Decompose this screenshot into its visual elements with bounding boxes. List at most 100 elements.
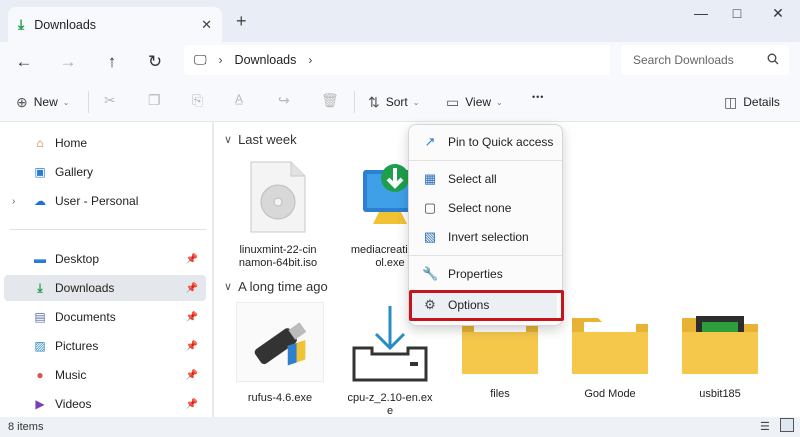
- usb-drive-icon: [236, 302, 324, 382]
- sidebar-item-music[interactable]: ● Music 📌: [4, 362, 206, 388]
- invert-selection-icon: ▧: [423, 229, 437, 244]
- forward-button[interactable]: →: [56, 50, 80, 74]
- details-label: Details: [743, 95, 780, 109]
- folder-icon: [572, 318, 648, 374]
- view-button[interactable]: ▭ View ⌄: [446, 92, 503, 112]
- chevron-down-icon: ∨: [224, 281, 233, 293]
- sidebar-item-label: Home: [55, 136, 88, 150]
- sidebar-item-label: User - Personal: [55, 194, 139, 208]
- sidebar-item-label: Videos: [55, 397, 92, 411]
- back-button[interactable]: ←: [12, 50, 36, 74]
- sidebar-item-downloads[interactable]: ⤓ Downloads 📌: [4, 275, 206, 301]
- copy-button[interactable]: ❐: [148, 92, 161, 112]
- cut-button[interactable]: ✂: [104, 92, 116, 112]
- file-item[interactable]: linuxmint-22-cin namon-64bit.iso: [228, 160, 328, 270]
- gallery-icon: ▣: [34, 165, 46, 179]
- sort-icon: ⇅: [368, 93, 380, 110]
- file-name-cont: namon-64bit.iso: [238, 257, 318, 269]
- select-all-icon: ▦: [423, 171, 437, 186]
- sidebar-item-home[interactable]: ⌂ Home: [4, 130, 206, 156]
- menu-item-pin-to-quick-access[interactable]: ↗ Pin to Quick access: [412, 128, 557, 156]
- group-label: Last week: [238, 132, 297, 147]
- folder-item[interactable]: God Mode: [560, 312, 660, 401]
- pin-icon: 📌: [185, 282, 198, 294]
- divider: [409, 160, 562, 161]
- pin-icon: 📌: [185, 253, 198, 265]
- close-icon[interactable]: ✕: [201, 17, 212, 33]
- divider: [10, 229, 206, 230]
- pin-icon: ↗: [424, 134, 436, 149]
- menu-item-label: Pin to Quick access: [448, 135, 554, 149]
- search-icon: [767, 53, 779, 68]
- menu-item-select-none[interactable]: ▢ Select none: [412, 194, 557, 222]
- close-window-button[interactable]: ✕: [760, 5, 796, 25]
- menu-item-label: Select none: [448, 201, 512, 215]
- pin-icon: 📌: [185, 398, 198, 410]
- menu-item-select-all[interactable]: ▦ Select all: [412, 165, 557, 193]
- sidebar-item-videos[interactable]: ▶ Videos 📌: [4, 391, 206, 417]
- address-bar[interactable]: 🖵 › Downloads ›: [184, 45, 610, 75]
- sort-button[interactable]: ⇅ Sort ⌄: [368, 92, 419, 112]
- sidebar-item-gallery[interactable]: ▣ Gallery: [4, 159, 206, 185]
- sidebar-item-label: Gallery: [55, 165, 94, 179]
- share-button[interactable]: ↪: [278, 92, 290, 112]
- sidebar-item-onedrive[interactable]: › ☁ User - Personal: [4, 188, 206, 214]
- file-name: rufus-4.6.exe: [247, 392, 313, 404]
- sort-label: Sort: [385, 95, 408, 109]
- desktop-icon: ▬: [34, 252, 46, 266]
- chevron-down-icon: ∨: [224, 134, 233, 146]
- divider: [88, 91, 89, 113]
- monitor-icon: 🖵: [194, 52, 207, 67]
- menu-item-label: Select all: [448, 172, 497, 186]
- sidebar-item-label: Documents: [55, 310, 116, 324]
- tab-downloads[interactable]: ⤓ Downloads ✕: [8, 7, 222, 42]
- group-header-long-ago[interactable]: ∨ A long time ago: [224, 279, 328, 294]
- up-button[interactable]: ↑: [100, 50, 124, 74]
- chevron-down-icon: ⌄: [412, 97, 420, 107]
- group-header-last-week[interactable]: ∨ Last week: [224, 132, 297, 147]
- file-name: usbit185: [699, 388, 741, 400]
- file-item[interactable]: rufus-4.6.exe: [230, 302, 330, 405]
- group-label: A long time ago: [238, 279, 328, 294]
- menu-item-properties[interactable]: 🔧 Properties: [412, 260, 557, 288]
- new-tab-button[interactable]: +: [236, 11, 247, 32]
- divider: [409, 255, 562, 256]
- new-label: New: [33, 95, 58, 109]
- status-bar: 8 items: [0, 417, 800, 437]
- view-label: View: [465, 95, 492, 109]
- sidebar-item-label: Pictures: [55, 339, 99, 353]
- pin-icon: 📌: [185, 340, 198, 352]
- refresh-button[interactable]: ↻: [143, 50, 167, 74]
- maximize-button[interactable]: □: [719, 5, 755, 25]
- paste-button[interactable]: ⎘: [192, 92, 203, 112]
- item-count: 8 items: [8, 421, 44, 433]
- file-name: files: [490, 388, 510, 400]
- home-icon: ⌂: [36, 136, 44, 150]
- chevron-right-icon[interactable]: ›: [12, 196, 15, 207]
- new-button[interactable]: ⊕ New ⌄: [16, 92, 69, 112]
- tiles-view-button[interactable]: [780, 418, 794, 432]
- search-input[interactable]: Search Downloads: [621, 45, 789, 75]
- chevron-right-icon: ›: [218, 53, 223, 67]
- copy-icon: ❐: [148, 92, 161, 108]
- sidebar-item-pictures[interactable]: ▨ Pictures 📌: [4, 333, 206, 359]
- rename-icon: A̲: [235, 92, 244, 106]
- delete-button[interactable]: 🗑: [321, 92, 339, 112]
- menu-item-invert-selection[interactable]: ▧ Invert selection: [412, 223, 557, 251]
- chevron-right-icon: ›: [308, 53, 313, 67]
- minimize-button[interactable]: —: [683, 5, 719, 25]
- rename-button[interactable]: A̲: [235, 92, 243, 112]
- more-options-button[interactable]: •••: [532, 92, 544, 112]
- download-icon: ⤓: [37, 280, 43, 295]
- file-name: God Mode: [584, 388, 636, 400]
- videos-icon: ▶: [35, 397, 45, 411]
- details-view-button[interactable]: ☰: [760, 420, 770, 433]
- view-icon: ▭: [446, 93, 460, 110]
- folder-item[interactable]: usbit185: [670, 312, 770, 401]
- menu-item-label: Invert selection: [448, 230, 529, 244]
- sidebar-item-documents[interactable]: ▤ Documents 📌: [4, 304, 206, 330]
- details-button[interactable]: ◫ Details: [724, 92, 780, 112]
- breadcrumb[interactable]: Downloads: [235, 53, 297, 67]
- sidebar-item-desktop[interactable]: ▬ Desktop 📌: [4, 246, 206, 272]
- trash-icon: 🗑: [321, 92, 339, 108]
